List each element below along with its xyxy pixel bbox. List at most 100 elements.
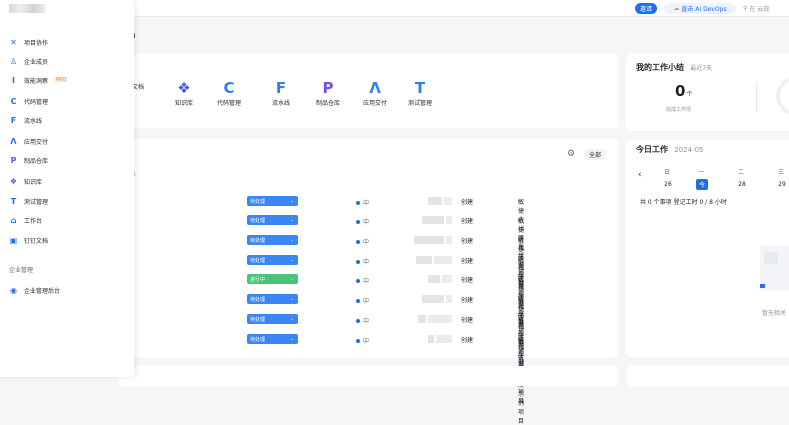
work-summary-card: 我的工作小结 最近7天 0 个 完成工作项 <box>626 54 789 131</box>
status-dropdown[interactable]: 待处理 ⌄ <box>247 314 298 324</box>
app-tile-label: 知识库 <box>174 100 193 107</box>
creator-avatar-blurred <box>414 236 444 244</box>
creator-name-blurred <box>436 335 452 343</box>
nav-item-knowledge[interactable]: ❖ 知识库 <box>9 175 127 187</box>
priority: 中 <box>356 237 369 246</box>
ai-devops-button[interactable]: ☁ 直击 AI DevOps <box>664 3 736 14</box>
summary-subtitle: 最近7天 <box>690 65 713 72</box>
app-tile-delivery[interactable]: Λ 应用交付 <box>355 80 395 107</box>
calendar-day[interactable]: 28 <box>736 179 748 190</box>
nav-item-admin[interactable]: ◉ 企业管理后台 <box>9 284 127 296</box>
status-dropdown[interactable]: 待处理 ⌄ <box>247 255 298 265</box>
weekday-label: 一 <box>698 169 705 176</box>
members-icon: ♙ <box>9 56 18 66</box>
nav-item-testing[interactable]: T 测试管理 <box>9 195 127 207</box>
weekday-label: 日 <box>664 169 671 176</box>
dingtalk-doc-icon: ▣ <box>9 235 18 245</box>
creator-avatar-blurred <box>422 216 444 224</box>
creator-avatar-blurred <box>428 275 440 283</box>
spark-icon: ☁ <box>673 5 680 12</box>
summary-header: 我的工作小结 最近7天 <box>636 62 712 73</box>
search-input[interactable]: ⚲ 在 云效 <box>743 3 789 14</box>
tasks-card: ⚙ 全部 o <box>118 139 618 358</box>
invite-button[interactable]: 邀请 <box>635 3 657 14</box>
nav-item-label: 制品仓库 <box>24 157 49 165</box>
weekday-label: 二 <box>738 169 745 176</box>
workbench-icon: ⌂ <box>10 215 17 225</box>
app-tile-testing[interactable]: T 测试管理 <box>400 80 440 107</box>
nav-item-label: 效能洞察 <box>24 77 49 85</box>
priority-dot <box>356 219 360 224</box>
section-label-enterprise: 企业管理 <box>9 267 34 274</box>
creator-avatar-blurred <box>428 335 434 343</box>
status-dropdown[interactable]: 待处理 ⌄ <box>247 196 298 206</box>
prev-week-button[interactable]: ‹ <box>638 170 642 180</box>
summary-ring <box>776 76 789 116</box>
creator-suffix: 创建 <box>461 337 474 344</box>
nav-item-label: 流水线 <box>24 117 43 125</box>
nav-item-code[interactable]: C 代码管理 <box>9 95 127 107</box>
creator-name-blurred <box>428 315 452 323</box>
summary-caption: 完成工作项 <box>666 107 692 113</box>
nav-item-collab[interactable]: ✕ 项目协作 <box>9 36 127 48</box>
status-dropdown[interactable]: 待处理 ⌄ <box>247 334 298 344</box>
nav-item-pipeline[interactable]: F 流水线 <box>9 114 127 126</box>
creator-suffix: 创建 <box>461 238 474 245</box>
creator-name-blurred <box>434 256 452 264</box>
nav-item-label: 应用交付 <box>24 138 49 146</box>
nav-item-members[interactable]: ♙ 企业成员 <box>9 55 127 67</box>
status-dropdown[interactable]: 待处理 ⌄ <box>247 235 298 245</box>
calendar-day[interactable]: 29 <box>776 179 788 190</box>
summary-divider <box>756 82 757 112</box>
creator-name-blurred <box>444 197 452 205</box>
status-dropdown[interactable]: 进行中 ⌄ <box>247 274 298 284</box>
app-tile-artifact[interactable]: P 制品仓库 <box>308 80 348 107</box>
priority: 中 <box>356 296 369 305</box>
nav-item-insight[interactable]: I 效能洞察 PRO <box>9 74 127 86</box>
status-label: 待处理 <box>250 257 266 264</box>
pro-badge: PRO <box>54 77 69 83</box>
status-dropdown[interactable]: 待处理 ⌄ <box>247 294 298 304</box>
empty-illustration <box>760 246 789 291</box>
creator-suffix: 创建 <box>461 199 474 206</box>
app-tile-pipeline[interactable]: F 流水线 <box>261 80 301 107</box>
nav-item-workbench[interactable]: ⌂ 工作台 <box>9 214 127 226</box>
priority: 中 <box>356 336 369 345</box>
ai-devops-label: 直击 AI DevOps <box>681 6 727 13</box>
testing-app-icon: T <box>414 79 426 97</box>
nav-item-label: 工作台 <box>24 217 43 225</box>
creator-avatar-blurred <box>422 295 444 303</box>
app-tile-knowledge[interactable]: ❖ 知识库 <box>164 80 204 107</box>
app-tile-code[interactable]: C 代码管理 <box>209 80 249 107</box>
chevron-down-icon: ⌄ <box>289 198 294 204</box>
creator-avatar-blurred <box>416 256 432 264</box>
status-label: 进行中 <box>250 276 266 283</box>
empty-text: 暂无相关 <box>762 310 787 317</box>
status-label: 待处理 <box>250 198 266 205</box>
priority-dot <box>356 318 360 323</box>
filter-all-button[interactable]: 全部 <box>584 149 606 160</box>
nav-item-dingtalk-doc[interactable]: ▣ 钉钉文档 <box>9 234 127 246</box>
today-title: 今日工作 <box>636 145 668 154</box>
collab-icon: ✕ <box>10 37 17 47</box>
app-tile-label: 应用交付 <box>362 100 387 107</box>
status-label: 待处理 <box>250 296 266 303</box>
calendar-day[interactable]: 26 <box>662 179 674 190</box>
status-dropdown[interactable]: 待处理 ⌄ <box>247 215 298 225</box>
priority: 中 <box>356 217 369 226</box>
creator-suffix: 创建 <box>461 277 474 284</box>
priority-dot <box>356 259 360 264</box>
chevron-down-icon: ⌄ <box>289 336 294 342</box>
nav-item-label: 企业成员 <box>24 58 49 66</box>
chevron-down-icon: ⌄ <box>289 276 294 282</box>
chevron-down-icon: ⌄ <box>289 237 294 243</box>
knowledge-icon: ❖ <box>9 176 18 186</box>
creator-avatar-blurred <box>428 197 442 205</box>
settings-icon[interactable]: ⚙ <box>567 149 575 159</box>
priority: 中 <box>356 316 369 325</box>
product-flyout-menu: ✕ 项目协作 ♙ 企业成员 I 效能洞察 PRO C 代码管理 F 流水线 Λ 应用交付 P 制品仓库 ❖ 知识… <box>0 0 134 377</box>
nav-item-artifact[interactable]: P 制品仓库 <box>9 154 127 166</box>
code-app-icon: C <box>223 79 235 97</box>
nav-item-delivery[interactable]: Λ 应用交付 <box>9 135 127 147</box>
calendar-day-today[interactable]: 今 <box>696 179 708 190</box>
